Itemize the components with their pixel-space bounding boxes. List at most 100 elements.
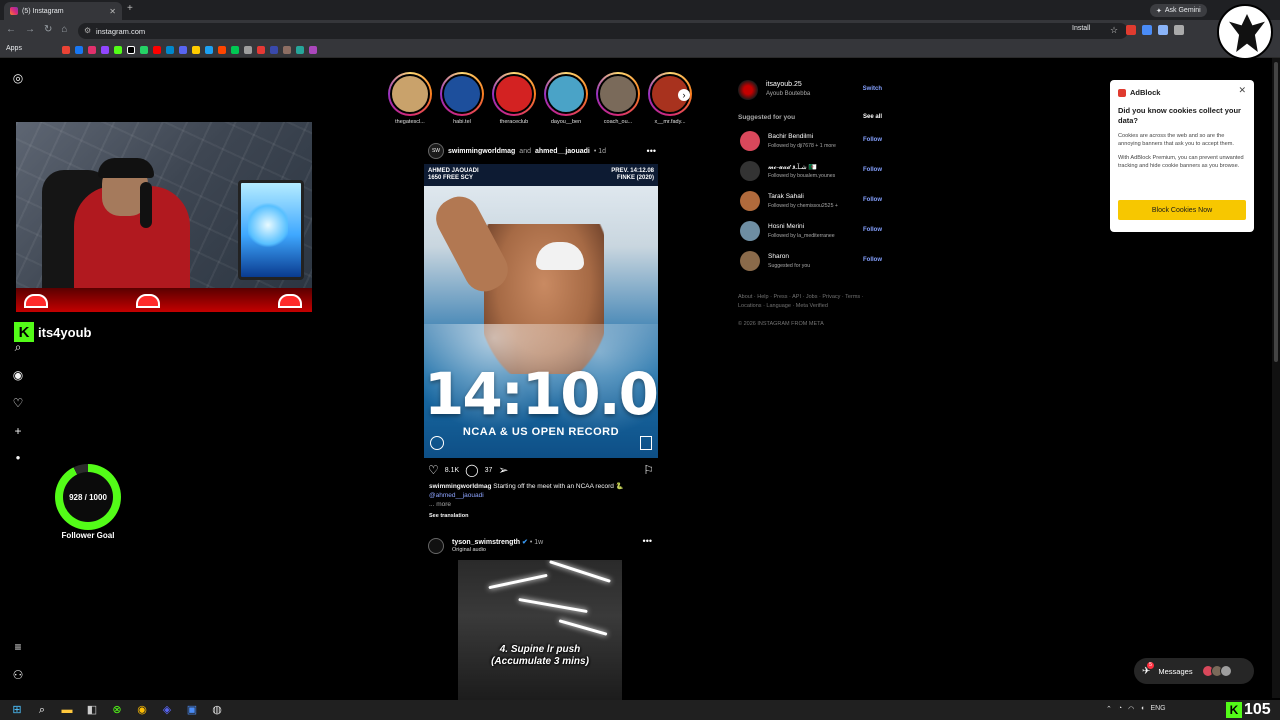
extension-icon[interactable] xyxy=(1158,25,1168,35)
extension-icon[interactable] xyxy=(1142,25,1152,35)
chrome-icon[interactable]: ◉ xyxy=(135,703,149,717)
tray-expand-icon[interactable]: ⌃ xyxy=(1106,705,1112,713)
messages-button[interactable]: ✈ 5 Messages xyxy=(1134,658,1254,684)
profile-username[interactable]: itsayoub.25 xyxy=(766,81,802,88)
suggested-user-avatar[interactable] xyxy=(740,131,760,151)
tray-app-icon[interactable]: ◔ xyxy=(1118,705,1122,713)
footer-links[interactable]: About · Help · Press · API · Jobs · Priv… xyxy=(738,293,884,311)
post2-audio[interactable]: Original audio xyxy=(452,547,486,553)
bookmark-icon[interactable] xyxy=(257,46,265,54)
follow-button[interactable]: Follow xyxy=(863,257,882,263)
browser-tab-instagram[interactable]: (5) Instagram ✕ xyxy=(4,2,122,20)
bookmark-icon[interactable] xyxy=(179,46,187,54)
bookmark-icon[interactable] xyxy=(62,46,70,54)
switch-account-link[interactable]: Switch xyxy=(863,86,882,92)
follow-button[interactable]: Follow xyxy=(863,197,882,203)
extension-icon[interactable] xyxy=(1174,25,1184,35)
file-explorer-icon[interactable]: ▬ xyxy=(60,703,74,717)
install-app-button[interactable]: Install xyxy=(1072,25,1090,32)
bookmark-icon[interactable] xyxy=(75,46,83,54)
follow-button[interactable]: Follow xyxy=(863,167,882,173)
suggested-user-name[interactable]: 𝓶𝓸-𝓾𝓪𝓭 شـآـﻗ 🇩🇿 xyxy=(768,163,817,172)
post-author-avatar[interactable]: SW xyxy=(428,143,444,159)
language-indicator[interactable]: ENG xyxy=(1150,705,1165,713)
url-field[interactable]: ⚙ instagram.com xyxy=(78,23,1128,39)
bookmark-icon[interactable] xyxy=(205,46,213,54)
windows-start-icon[interactable]: ⊞ xyxy=(10,703,24,717)
caption-more[interactable]: ... more xyxy=(429,500,657,509)
bookmark-icon[interactable] xyxy=(140,46,148,54)
suggested-user-name[interactable]: Tarak Sahali xyxy=(768,193,804,200)
xbox-icon[interactable]: ⊗ xyxy=(110,703,124,717)
close-icon[interactable]: ✕ xyxy=(1238,85,1246,96)
post-coauthor[interactable]: ahmed__jaouadi xyxy=(535,148,590,155)
site-info-icon[interactable]: ⚙ xyxy=(84,26,91,35)
post2-options-icon[interactable]: ••• xyxy=(643,536,652,546)
reload-icon[interactable]: ↻ xyxy=(44,24,52,35)
story-item[interactable]: habi.tel xyxy=(440,72,484,125)
scrollbar-thumb[interactable] xyxy=(1274,62,1278,362)
bookmark-star-icon[interactable]: ☆ xyxy=(1110,25,1120,35)
story-item[interactable]: thegatescl... xyxy=(388,72,432,125)
close-tab-icon[interactable]: ✕ xyxy=(109,7,116,16)
profile-avatar-icon[interactable]: ● xyxy=(12,452,24,464)
create-plus-icon[interactable]: + xyxy=(12,425,24,437)
forward-icon[interactable]: → xyxy=(25,24,35,35)
obs-icon[interactable]: ◍ xyxy=(210,703,224,717)
suggested-user-avatar[interactable] xyxy=(740,251,760,271)
bookmark-icon[interactable] xyxy=(244,46,252,54)
notifications-heart-icon[interactable]: ♡ xyxy=(12,397,24,409)
search-icon[interactable]: ⌕ xyxy=(12,341,24,353)
see-translation-link[interactable]: See translation xyxy=(429,512,657,521)
post2-author-avatar[interactable] xyxy=(428,538,444,554)
explore-icon[interactable]: ◉ xyxy=(12,369,24,381)
bookmark-icon[interactable] xyxy=(309,46,317,54)
instagram-logo-icon[interactable]: ◎ xyxy=(12,72,24,84)
caption-mention[interactable]: @ahmed__jaouadi xyxy=(429,491,657,500)
block-cookies-button[interactable]: Block Cookies Now xyxy=(1118,200,1246,220)
bookmark-icon[interactable] xyxy=(101,46,109,54)
bookmark-icon[interactable] xyxy=(166,46,174,54)
save-bookmark-icon[interactable]: ⚐ xyxy=(643,464,654,476)
home-icon[interactable]: ⌂ xyxy=(61,24,67,35)
suggested-user-name[interactable]: Bachir Bendilmi xyxy=(768,133,813,140)
page-scrollbar[interactable] xyxy=(1272,58,1280,698)
share-icon[interactable]: ➢ xyxy=(498,464,508,476)
post-author[interactable]: swimmingworldmag xyxy=(448,148,515,155)
comment-icon[interactable]: ◯ xyxy=(465,464,478,476)
network-icon[interactable]: ◠ xyxy=(1128,705,1134,713)
bookmark-icon[interactable] xyxy=(153,46,161,54)
suggested-user-name[interactable]: Hosni Merini xyxy=(768,223,804,230)
post2-author[interactable]: tyson_swimstrength xyxy=(452,539,520,546)
see-all-link[interactable]: See all xyxy=(863,114,882,120)
bookmark-icon[interactable] xyxy=(283,46,291,54)
caption-user[interactable]: swimmingworldmag xyxy=(429,483,491,490)
discord-icon[interactable]: ◈ xyxy=(160,703,174,717)
bookmark-icon[interactable] xyxy=(231,46,239,54)
microsoft-store-icon[interactable]: ◧ xyxy=(85,703,99,717)
bookmarks-apps[interactable]: Apps xyxy=(6,45,22,52)
like-heart-icon[interactable]: ♡ xyxy=(428,464,439,476)
follow-button[interactable]: Follow xyxy=(863,227,882,233)
post2-video[interactable]: 4. Supine lr push (Accumulate 3 mins) xyxy=(424,560,658,700)
post-image[interactable]: AHMED JAOUADI 1650 FREE SCY PREV. 14:12.… xyxy=(424,164,658,458)
menu-hamburger-icon[interactable]: ≡ xyxy=(12,641,24,653)
follow-button[interactable]: Follow xyxy=(863,137,882,143)
suggested-user-avatar[interactable] xyxy=(740,191,760,211)
bookmark-icon[interactable] xyxy=(192,46,200,54)
bookmark-icon[interactable] xyxy=(296,46,304,54)
extension-icon[interactable] xyxy=(1126,25,1136,35)
suggested-user-avatar[interactable] xyxy=(740,221,760,241)
story-item[interactable]: dayou__ben xyxy=(544,72,588,125)
new-tab-icon[interactable]: + xyxy=(127,3,133,14)
post-options-icon[interactable]: ••• xyxy=(647,146,656,156)
back-icon[interactable]: ← xyxy=(6,24,16,35)
bookmark-icon[interactable] xyxy=(127,46,135,54)
stories-next-icon[interactable]: › xyxy=(678,89,690,101)
story-item[interactable]: coach_ou... xyxy=(596,72,640,125)
app-icon[interactable]: ▣ xyxy=(185,703,199,717)
bookmark-icon[interactable] xyxy=(88,46,96,54)
search-icon[interactable]: ⌕ xyxy=(35,703,49,717)
suggested-user-name[interactable]: Sharon xyxy=(768,253,789,260)
volume-icon[interactable]: ◖ xyxy=(1140,705,1144,713)
